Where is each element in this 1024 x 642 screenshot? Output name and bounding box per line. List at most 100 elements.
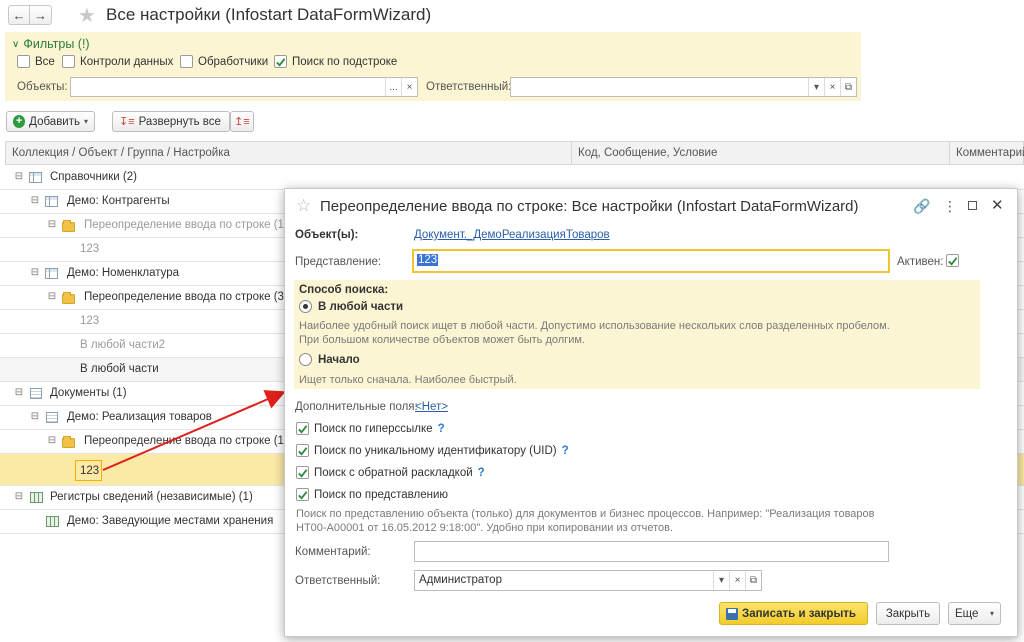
select-ellipsis-button[interactable]: ... [385,78,401,96]
radio-empty-icon[interactable] [299,353,312,366]
more-vertical-icon[interactable]: ⋮ [943,198,957,215]
collapse-toggle-icon[interactable]: ⊟ [47,291,57,302]
collapse-toggle-icon[interactable]: ⊟ [47,435,57,446]
active-checkbox[interactable] [946,254,959,267]
filter-checkbox-data-controls[interactable]: Контроли данных [62,55,173,68]
help-icon[interactable]: ? [438,423,445,435]
collapse-toggle-icon[interactable]: ⊟ [30,411,40,422]
radio-label: В любой части [318,300,404,313]
folder-icon [62,436,75,448]
radio-selected-icon[interactable] [299,300,312,313]
checkbox-label: Обработчики [198,55,269,68]
collapse-toggle-icon[interactable]: ⊟ [30,195,40,206]
checkbox-box[interactable] [296,488,309,501]
filter-checkbox-handlers[interactable]: Обработчики [180,55,268,68]
add-button[interactable]: + Добавить ▾ [6,111,95,132]
close-button[interactable]: Закрыть [876,602,940,625]
radio-any-part[interactable]: В любой части [299,300,403,313]
presentation-desc-2: НТ00-А00001 от 16.05.2012 9:18:00". Удоб… [296,522,674,534]
nav-back-button[interactable]: ← [8,5,30,25]
close-icon[interactable]: ✕ [991,196,1004,214]
checkbox-box[interactable] [296,466,309,479]
checkbox-box[interactable] [296,422,309,435]
collapse-toggle-icon[interactable]: ⊟ [14,387,24,398]
row-label: В любой части [80,363,159,375]
radio-label: Начало [318,353,360,366]
expand-all-label: Развернуть все [138,115,221,128]
responsible-input[interactable]: Администратор ▾ × ⧉ [414,570,762,591]
filter-checkbox-substring[interactable]: Поиск по подстроке [274,55,397,68]
help-icon[interactable]: ? [562,445,569,457]
floppy-disk-icon [726,607,738,620]
check-reverse-layout[interactable]: Поиск с обратной раскладкой ? [296,466,485,479]
favorite-star-icon[interactable]: ☆ [296,196,311,216]
check-icon [298,446,308,456]
clear-x-icon[interactable]: × [729,571,745,590]
checkbox-box[interactable] [296,444,309,457]
radio-start[interactable]: Начало [299,353,360,366]
objects-filter-label: Объекты: [17,81,68,93]
dropdown-arrow-icon[interactable]: ▾ [713,571,729,590]
row-label: 123 [80,465,100,477]
register-icon [46,516,59,527]
checkbox-label: Поиск по уникальному идентификатору (UID… [314,444,557,457]
table-row[interactable]: ⊟ Справочники (2) [0,166,1024,190]
expand-all-button[interactable]: ↧≡ Развернуть все [112,111,230,132]
link-icon[interactable]: 🔗 [913,198,930,215]
check-icon [298,424,308,434]
extra-fields-link[interactable]: <Нет> [415,401,448,413]
more-button[interactable]: Еще ▾ [948,602,1001,625]
expand-tree-icon: ↧≡ [119,116,135,128]
help-icon[interactable]: ? [478,467,485,479]
collapse-toggle-icon[interactable]: ⊟ [14,171,24,182]
catalog-icon [45,196,58,207]
folder-icon [62,292,75,304]
start-desc: Ищет только сначала. Наиболее быстрый. [299,374,517,386]
register-icon [30,492,43,503]
checkbox-label: Все [35,55,55,68]
maximize-icon[interactable] [968,201,977,210]
filter-checkbox-all[interactable]: Все [17,55,55,68]
check-icon [298,468,308,478]
checkbox-box[interactable] [180,55,193,68]
objects-link[interactable]: Документ._ДемоРеализацияТоваров [414,229,610,241]
check-presentation[interactable]: Поиск по представлению [296,488,448,501]
row-label: Переопределение ввода по строке (1) [84,219,288,231]
collapse-toggle-icon[interactable]: ⊟ [47,219,57,230]
row-label: Справочники (2) [50,171,137,183]
nav-forward-button[interactable]: → [30,5,52,25]
checkbox-label: Контроли данных [80,55,174,68]
objects-filter-input[interactable]: ... × [70,77,418,97]
comment-label: Комментарий: [295,546,371,558]
responsible-value: Администратор [419,574,502,586]
check-hyperlink[interactable]: Поиск по гиперссылке ? [296,422,445,435]
catalog-icon [29,172,42,183]
filters-header[interactable]: ∨ Фильтры (!) [12,37,90,51]
check-uid[interactable]: Поиск по уникальному идентификатору (UID… [296,444,569,457]
open-copy-icon[interactable]: ⧉ [745,571,761,590]
clear-x-icon[interactable]: × [824,78,840,96]
favorite-star-icon[interactable]: ★ [78,3,96,28]
responsible-filter-input[interactable]: ▾ × ⧉ [510,77,857,97]
any-part-desc-1: Наиболее удобный поиск ищет в любой част… [299,320,890,332]
dropdown-arrow-icon[interactable]: ▾ [808,78,824,96]
check-icon [276,57,286,67]
checkbox-box[interactable] [274,55,287,68]
row-label: 123 [80,243,100,255]
presentation-label: Представление: [295,256,382,268]
save-and-close-button[interactable]: Записать и закрыть [719,602,868,625]
column-header-code[interactable]: Код, Сообщение, Условие [578,147,717,159]
collapse-toggle-icon[interactable]: ⊟ [30,267,40,278]
column-header-comment[interactable]: Комментарий [956,147,1024,159]
presentation-input[interactable]: 123 [412,249,890,273]
comment-input[interactable] [414,541,889,562]
open-copy-icon[interactable]: ⧉ [840,78,856,96]
clear-x-icon[interactable]: × [401,78,417,96]
checkbox-box[interactable] [62,55,75,68]
collapse-toggle-icon[interactable]: ⊟ [14,491,24,502]
responsible-filter-label: Ответственный: [426,81,512,93]
collapse-all-button[interactable]: ↥≡ [230,111,254,132]
column-header-collection[interactable]: Коллекция / Объект / Группа / Настройка [12,147,230,159]
dialog-title: Переопределение ввода по строке: Все нас… [320,198,859,215]
checkbox-box[interactable] [17,55,30,68]
